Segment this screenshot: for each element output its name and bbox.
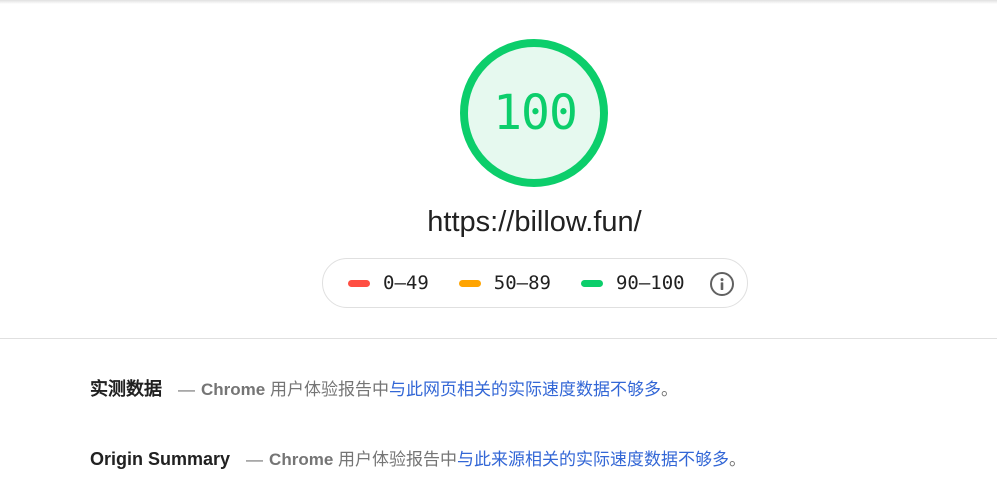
info-glyph — [720, 278, 724, 290]
origin-summary-source-rest: 用户体验报告中 — [333, 450, 458, 469]
report-url: https://billow.fun/ — [427, 206, 642, 238]
score-gauge: 100 — [458, 37, 610, 189]
legend-label-pass: 90–100 — [615, 272, 685, 294]
top-shadow — [0, 0, 997, 4]
field-data-source: Chrome 用户体验报告中 — [201, 375, 389, 400]
legend-item-pass: 90–100 — [580, 272, 685, 294]
legend-item-fail: 0–49 — [348, 272, 429, 294]
info-icon[interactable] — [710, 272, 734, 296]
legend-swatch-fail — [348, 279, 370, 287]
legend-item-average: 50–89 — [458, 272, 551, 294]
field-data-tail: 。 — [660, 380, 678, 399]
field-data-dash: — — [178, 380, 195, 399]
section-divider — [0, 338, 997, 339]
origin-summary-source: Chrome 用户体验报告中 — [269, 445, 457, 470]
field-data-section: 实测数据 — Chrome 用户体验报告中 与此网页相关的实际速度数据不够多 。 — [90, 375, 678, 401]
origin-summary-source-brand: Chrome — [269, 450, 334, 469]
field-data-title: 实测数据 — [90, 379, 162, 399]
origin-summary-dash: — — [246, 450, 264, 469]
origin-summary-title: Origin Summary — [90, 449, 231, 469]
score-legend: 0–49 50–89 90–100 — [322, 258, 748, 308]
pagespeed-report: 100 https://billow.fun/ 0–49 50–89 90–10… — [0, 0, 997, 496]
origin-summary-link[interactable]: 与此来源相关的实际速度数据不够多 — [457, 445, 729, 470]
field-data-link[interactable]: 与此网页相关的实际速度数据不够多 — [389, 375, 661, 400]
legend-label-average: 50–89 — [493, 272, 551, 294]
legend-swatch-pass — [580, 279, 603, 287]
origin-summary-tail: 。 — [729, 450, 747, 469]
field-data-source-rest: 用户体验报告中 — [265, 380, 389, 399]
legend-label-fail: 0–49 — [383, 272, 429, 294]
field-data-source-brand: Chrome — [201, 380, 266, 399]
score-value: 100 — [493, 85, 578, 141]
origin-summary-section: Origin Summary — Chrome 用户体验报告中 与此来源相关的实… — [90, 445, 746, 470]
legend-swatch-average — [458, 279, 481, 287]
